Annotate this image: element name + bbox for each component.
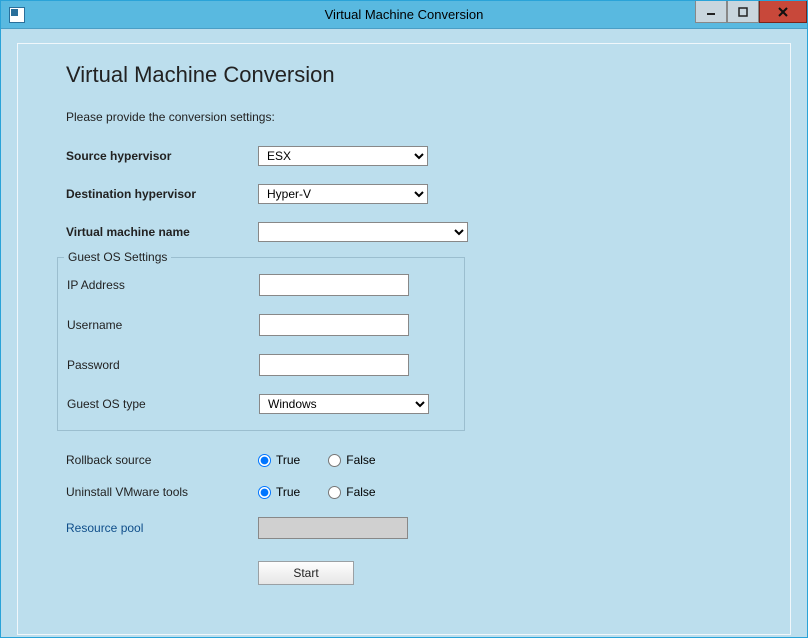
window-controls — [695, 1, 807, 23]
select-guest-os-type[interactable]: Windows — [259, 394, 429, 414]
row-resource-pool: Resource pool — [66, 517, 762, 539]
maximize-icon — [738, 7, 748, 17]
select-vm-name[interactable] — [258, 222, 468, 242]
row-password: Password — [58, 354, 452, 376]
label-ip-address: IP Address — [58, 278, 259, 292]
row-source-hypervisor: Source hypervisor ESX — [66, 146, 762, 166]
row-guest-os-type: Guest OS type Windows — [58, 394, 452, 414]
radio-label-uninstall-false: False — [346, 485, 375, 499]
radio-uninstall-false[interactable]: False — [328, 485, 375, 499]
row-start: Start — [258, 561, 762, 585]
radio-input-rollback-true[interactable] — [258, 454, 271, 467]
radio-group-rollback: True False — [258, 453, 376, 467]
label-username: Username — [58, 318, 259, 332]
row-ip-address: IP Address — [58, 274, 452, 296]
maximize-button[interactable] — [727, 1, 759, 23]
label-source-hypervisor: Source hypervisor — [66, 149, 258, 163]
radio-input-rollback-false[interactable] — [328, 454, 341, 467]
radio-label-rollback-true: True — [276, 453, 300, 467]
minimize-icon — [706, 7, 716, 17]
start-button[interactable]: Start — [258, 561, 354, 585]
window-title: Virtual Machine Conversion — [1, 7, 807, 22]
instruction-text: Please provide the conversion settings: — [66, 110, 762, 124]
close-button[interactable] — [759, 1, 807, 23]
link-resource-pool[interactable]: Resource pool — [66, 521, 258, 535]
input-password[interactable] — [259, 354, 409, 376]
close-icon — [777, 7, 789, 17]
label-guest-os-type: Guest OS type — [58, 397, 259, 411]
select-destination-hypervisor[interactable]: Hyper-V — [258, 184, 428, 204]
legend-guest-os: Guest OS Settings — [64, 250, 171, 264]
radio-label-uninstall-true: True — [276, 485, 300, 499]
app-icon — [9, 7, 25, 23]
input-ip-address[interactable] — [259, 274, 409, 296]
row-vm-name: Virtual machine name — [66, 222, 762, 242]
input-username[interactable] — [259, 314, 409, 336]
input-resource-pool — [258, 517, 408, 539]
label-vm-name: Virtual machine name — [66, 225, 258, 239]
label-password: Password — [58, 358, 259, 372]
label-uninstall-vmware: Uninstall VMware tools — [66, 485, 258, 499]
select-source-hypervisor[interactable]: ESX — [258, 146, 428, 166]
fieldset-guest-os: Guest OS Settings IP Address Username Pa… — [57, 250, 465, 431]
page-title: Virtual Machine Conversion — [66, 62, 762, 88]
label-destination-hypervisor: Destination hypervisor — [66, 187, 258, 201]
window: Virtual Machine Conversion Virtual Machi… — [0, 0, 808, 638]
content-outer: Virtual Machine Conversion Please provid… — [1, 29, 807, 637]
row-uninstall-vmware: Uninstall VMware tools True False — [66, 485, 762, 499]
radio-uninstall-true[interactable]: True — [258, 485, 300, 499]
radio-group-uninstall: True False — [258, 485, 376, 499]
radio-rollback-false[interactable]: False — [328, 453, 375, 467]
radio-input-uninstall-false[interactable] — [328, 486, 341, 499]
radio-rollback-true[interactable]: True — [258, 453, 300, 467]
radio-input-uninstall-true[interactable] — [258, 486, 271, 499]
row-username: Username — [58, 314, 452, 336]
titlebar: Virtual Machine Conversion — [1, 1, 807, 29]
row-destination-hypervisor: Destination hypervisor Hyper-V — [66, 184, 762, 204]
row-rollback-source: Rollback source True False — [66, 453, 762, 467]
label-rollback-source: Rollback source — [66, 453, 258, 467]
content-panel: Virtual Machine Conversion Please provid… — [17, 43, 791, 635]
minimize-button[interactable] — [695, 1, 727, 23]
radio-label-rollback-false: False — [346, 453, 375, 467]
